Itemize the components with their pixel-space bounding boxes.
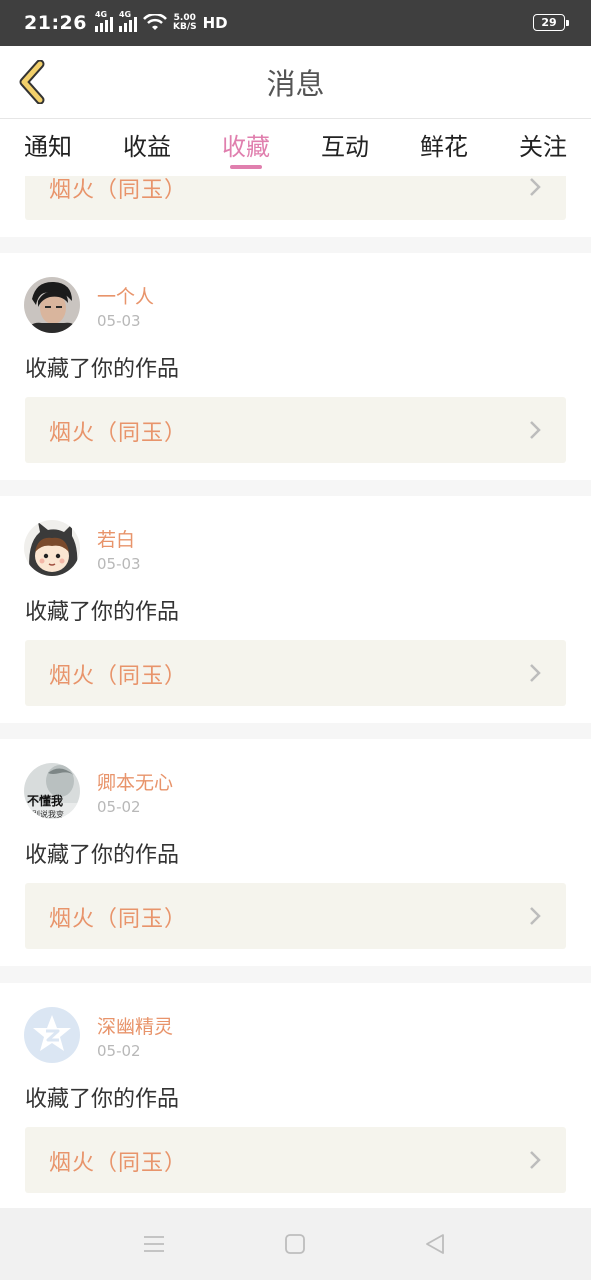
action-text: 收藏了你的作品 bbox=[25, 600, 180, 625]
work-title: 烟火（同玉） bbox=[49, 664, 188, 689]
tab-label: 收藏 bbox=[222, 133, 270, 161]
network-type-1: 4G bbox=[94, 10, 108, 19]
work-link[interactable]: 烟火（同玉） bbox=[25, 1127, 566, 1193]
person-avatar-icon bbox=[24, 277, 80, 333]
action-text: 收藏了你的作品 bbox=[25, 357, 180, 382]
action-text: 收藏了你的作品 bbox=[25, 1087, 180, 1112]
action-text: 收藏了你的作品 bbox=[25, 843, 180, 868]
chevron-right-icon bbox=[530, 907, 541, 925]
system-nav-bar bbox=[0, 1208, 591, 1280]
username[interactable]: 一个人 bbox=[97, 282, 154, 309]
tab-interaction[interactable]: 互动 bbox=[321, 127, 369, 162]
back-arrow-icon[interactable] bbox=[16, 60, 52, 104]
tab-label: 互动 bbox=[321, 133, 369, 161]
avatar[interactable] bbox=[24, 277, 80, 333]
hd-indicator: HD bbox=[202, 14, 228, 32]
chevron-right-icon bbox=[530, 664, 541, 682]
list-item: 深幽精灵 05-02 收藏了你的作品 烟火（同玉） bbox=[0, 983, 591, 1208]
work-title: 烟火（同玉） bbox=[49, 907, 188, 932]
tab-label: 通知 bbox=[24, 133, 72, 161]
tab-active-indicator bbox=[230, 165, 262, 169]
signal-icon-2: 4G bbox=[118, 10, 137, 32]
work-link[interactable]: 烟火（同玉） bbox=[25, 176, 566, 220]
menu-icon[interactable] bbox=[142, 1232, 166, 1256]
work-title: 烟火（同玉） bbox=[49, 1151, 188, 1176]
date: 05-03 bbox=[97, 312, 141, 330]
chevron-right-icon bbox=[530, 1151, 541, 1169]
avatar[interactable] bbox=[24, 1007, 80, 1063]
username[interactable]: 深幽精灵 bbox=[97, 1012, 173, 1039]
work-link[interactable]: 烟火（同玉） bbox=[25, 640, 566, 706]
network-speed: 5.00 KB/S bbox=[173, 14, 197, 32]
wifi-icon bbox=[143, 14, 167, 30]
list-item: 若白 05-03 收藏了你的作品 烟火（同玉） bbox=[0, 496, 591, 723]
tab-label: 鲜花 bbox=[420, 133, 468, 161]
avatar[interactable]: 不懂我 别说我变 bbox=[24, 763, 80, 819]
list-item-partial: 烟火（同玉） bbox=[0, 176, 591, 237]
speed-unit: KB/S bbox=[172, 22, 197, 32]
work-title: 烟火（同玉） bbox=[49, 421, 188, 446]
status-time: 21:26 bbox=[24, 12, 87, 34]
message-list[interactable]: 烟火（同玉） 一个人 05-03 收藏了你的作品 烟火（同玉） 若白 05-03… bbox=[0, 176, 591, 1208]
list-item: 不懂我 别说我变 卿本无心 05-02 收藏了你的作品 烟火（同玉） bbox=[0, 739, 591, 966]
signal-icon: 4G bbox=[94, 10, 113, 32]
tab-label: 关注 bbox=[519, 133, 567, 161]
signal-group: 4G 4G 5.00 KB/S HD bbox=[94, 10, 228, 32]
cartoon-avatar-icon bbox=[24, 520, 80, 576]
username[interactable]: 卿本无心 bbox=[97, 768, 173, 795]
avatar[interactable] bbox=[24, 520, 80, 576]
work-link[interactable]: 烟火（同玉） bbox=[25, 397, 566, 463]
tab-flowers[interactable]: 鲜花 bbox=[420, 127, 468, 162]
list-item: 一个人 05-03 收藏了你的作品 烟火（同玉） bbox=[0, 253, 591, 480]
date: 05-03 bbox=[97, 555, 141, 573]
chevron-right-icon bbox=[530, 178, 541, 196]
work-link[interactable]: 烟火（同玉） bbox=[25, 883, 566, 949]
header: 消息 bbox=[0, 46, 591, 118]
status-bar: 21:26 4G 4G 5.00 KB/S HD 29 bbox=[0, 0, 591, 46]
chevron-right-icon bbox=[530, 421, 541, 439]
network-type-2: 4G bbox=[118, 10, 132, 19]
home-icon[interactable] bbox=[283, 1232, 307, 1256]
tab-favorites[interactable]: 收藏 bbox=[222, 127, 270, 169]
tab-notice[interactable]: 通知 bbox=[24, 127, 72, 162]
tab-bar: 通知 收益 收藏 互动 鲜花 关注 bbox=[0, 118, 591, 176]
tab-earnings[interactable]: 收益 bbox=[123, 127, 171, 162]
meme-subtext: 别说我变 bbox=[32, 809, 64, 819]
meme-text: 不懂我 bbox=[27, 793, 63, 808]
date: 05-02 bbox=[97, 1042, 141, 1060]
date: 05-02 bbox=[97, 798, 141, 816]
qzone-star-icon bbox=[24, 1007, 80, 1063]
battery-icon: 29 bbox=[533, 14, 569, 31]
page-title: 消息 bbox=[266, 67, 325, 101]
username[interactable]: 若白 bbox=[97, 525, 135, 552]
tab-follow[interactable]: 关注 bbox=[519, 127, 567, 162]
work-title: 烟火（同玉） bbox=[49, 178, 188, 203]
battery-level: 29 bbox=[541, 16, 557, 29]
tab-label: 收益 bbox=[123, 133, 171, 161]
meme-avatar-icon: 不懂我 别说我变 bbox=[24, 763, 80, 819]
back-icon[interactable] bbox=[423, 1232, 447, 1256]
